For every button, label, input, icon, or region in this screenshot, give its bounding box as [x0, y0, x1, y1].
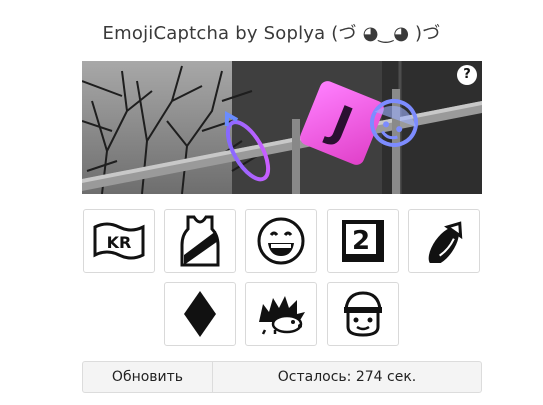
svg-text:2: 2 — [352, 226, 370, 256]
page-title: EmojiCaptcha by Soplya (づ ◕‿◕ )づ — [102, 23, 441, 44]
flag-kr-icon: KR — [93, 222, 145, 260]
option-hedgehog[interactable] — [245, 282, 317, 346]
help-button[interactable]: ? — [457, 65, 477, 85]
option-keycap-2[interactable]: 2 — [327, 209, 399, 273]
captcha-image: J ? — [82, 61, 482, 194]
option-flag-kr[interactable]: KR — [83, 209, 155, 273]
cap-face-icon — [344, 291, 382, 337]
option-eggplant[interactable] — [408, 209, 480, 273]
eggplant-icon — [428, 221, 463, 263]
option-black-diamond[interactable] — [164, 282, 236, 346]
refresh-button[interactable]: Обновить — [83, 362, 213, 392]
option-cap-face[interactable] — [327, 282, 399, 346]
option-running-shirt[interactable] — [164, 209, 236, 273]
keycap-2-icon: 2 — [342, 220, 384, 262]
countdown-timer: Осталось: 274 сек. — [277, 369, 417, 385]
option-grinning-face[interactable] — [245, 209, 317, 273]
svg-text:KR: KR — [107, 233, 132, 252]
captcha-footer: Обновить Осталось: 274 сек. — [82, 361, 482, 393]
grinning-face-icon — [257, 217, 305, 265]
running-shirt-icon — [180, 215, 220, 267]
black-diamond-icon — [184, 291, 216, 337]
hedgehog-icon — [259, 296, 305, 335]
